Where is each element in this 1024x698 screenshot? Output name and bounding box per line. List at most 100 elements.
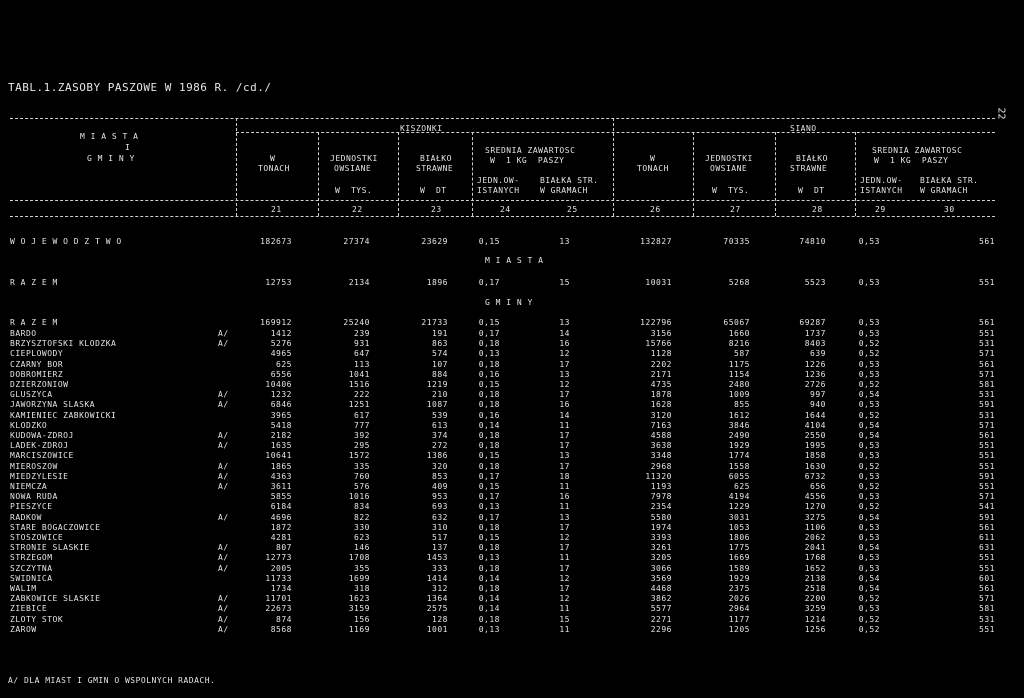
cell-col-23: 632 [432,513,448,522]
cell-col-30: 571 [979,594,995,603]
k-col-tys: W TYS. [335,186,373,195]
cell-col-25: 17 [559,523,570,532]
row-name: KAMIENIEC ZABKOWICKI [10,411,117,420]
vrule-7 [775,132,776,216]
k-col-bialka: BIAŁKA STR. [540,176,599,185]
cell-col-28: 2550 [804,431,826,440]
cell-col-23: 409 [432,482,448,491]
cell-col-27: 1177 [728,615,750,624]
cell-col-27: 2375 [728,584,750,593]
row-mark: A/ [218,553,229,562]
row-name: ZLOTY STOK [10,615,64,624]
cell-col-25: 17 [559,543,570,552]
s-col-gramach: W GRAMACH [920,186,968,195]
row-mark: A/ [218,329,229,338]
cell-col-26: 15766 [645,339,672,348]
cell-col-25: 11 [559,604,570,613]
cell-col-21: 10641 [265,451,292,460]
cell-col-22: 2134 [348,278,370,287]
cell-col-24: 0,18 [478,543,500,552]
cell-col-29: 0,54 [858,513,880,522]
cell-col-27: 1229 [728,502,750,511]
row-name: DOBROMIERZ [10,370,64,379]
cell-col-23: 320 [432,462,448,471]
cell-col-29: 0,54 [858,390,880,399]
cell-col-28: 1106 [804,523,826,532]
header-kiszonki: KISZONKI [400,124,443,133]
cell-col-30: 601 [979,574,995,583]
cell-col-29: 0,52 [858,349,880,358]
s-col-tys: W TYS. [712,186,750,195]
cell-col-30: 561 [979,318,995,327]
cell-col-29: 0,53 [858,451,880,460]
cell-col-24: 0,14 [478,594,500,603]
colnum-28: 28 [812,205,823,214]
s-col-tonach: TONACH [637,164,669,173]
cell-col-28: 1256 [804,625,826,634]
rule-bottom [10,216,995,217]
cell-col-27: 1929 [728,574,750,583]
cell-col-29: 0,53 [858,318,880,327]
cell-col-30: 581 [979,380,995,389]
cell-col-29: 0,53 [858,553,880,562]
cell-col-27: 1806 [728,533,750,542]
cell-col-24: 0,18 [478,360,500,369]
cell-col-23: 1896 [426,278,448,287]
cell-col-21: 1734 [270,584,292,593]
table-title: TABL.1.ZASOBY PASZOWE W 1986 R. /cd./ [8,81,272,94]
cell-col-22: 25240 [343,318,370,327]
row-mark: A/ [218,339,229,348]
cell-col-23: 107 [432,360,448,369]
cell-col-23: 1386 [426,451,448,460]
cell-col-26: 4468 [650,584,672,593]
cell-col-30: 551 [979,462,995,471]
cell-col-27: 855 [734,400,750,409]
cell-col-28: 5523 [804,278,826,287]
s-col-bialko: BIAŁKO [796,154,828,163]
row-name: KLODZKO [10,421,48,430]
s-col-owsiane: OWSIANE [710,164,748,173]
colnum-22: 22 [352,205,363,214]
k-col-istanych: ISTANYCH [477,186,520,195]
cell-col-25: 16 [559,492,570,501]
colnum-30: 30 [944,205,955,214]
cell-col-27: 70335 [723,237,750,246]
cell-col-21: 1865 [270,462,292,471]
k-col-jednow: JEDN.OW- [477,176,520,185]
cell-col-26: 7978 [650,492,672,501]
k-col-srednia: SREDNIA ZAWARTOSC [485,146,576,155]
s-col-strawne: STRAWNE [790,164,828,173]
cell-col-27: 8216 [728,339,750,348]
row-name: KUDOWA-ZDROJ [10,431,74,440]
cell-col-27: 587 [734,349,750,358]
cell-col-22: 3159 [348,604,370,613]
cell-col-30: 581 [979,604,995,613]
cell-col-27: 65067 [723,318,750,327]
cell-col-26: 1974 [650,523,672,532]
cell-col-28: 4556 [804,492,826,501]
cell-col-28: 656 [810,482,826,491]
row-mark: A/ [218,615,229,624]
cell-col-26: 3205 [650,553,672,562]
vrule-4 [472,132,473,216]
cell-col-24: 0,17 [478,278,500,287]
cell-col-28: 3275 [804,513,826,522]
cell-col-30: 571 [979,370,995,379]
cell-col-27: 6055 [728,472,750,481]
cell-col-24: 0,18 [478,400,500,409]
k-col-1kg: W 1 KG PASZY [490,156,565,165]
section-gminy: G M I N Y [485,298,533,307]
cell-col-22: 834 [354,502,370,511]
cell-col-26: 5577 [650,604,672,613]
header-siano: SIANO [790,124,817,133]
page-number: 22 [995,107,1007,120]
cell-col-29: 0,52 [858,482,880,491]
cell-col-23: 853 [432,472,448,481]
k-col-gramach: W GRAMACH [540,186,588,195]
cell-col-29: 0,53 [858,360,880,369]
cell-col-23: 517 [432,533,448,542]
cell-col-23: 2575 [426,604,448,613]
cell-col-28: 4104 [804,421,826,430]
cell-col-25: 13 [559,451,570,460]
cell-col-28: 1630 [804,462,826,471]
